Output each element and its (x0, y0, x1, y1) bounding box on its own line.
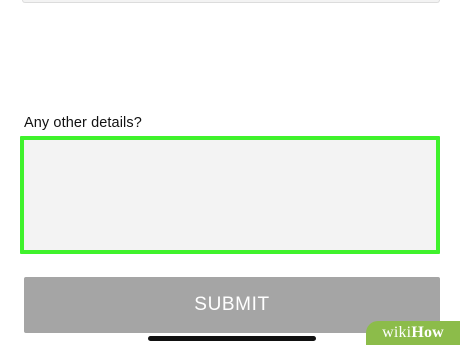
home-indicator (148, 336, 316, 341)
wikihow-watermark: wiki How (366, 321, 460, 345)
watermark-part1: wiki (382, 324, 412, 341)
previous-input-field[interactable] (22, 0, 440, 3)
details-label: Any other details? (24, 115, 142, 131)
form-screen: Any other details? SUBMIT wiki How (0, 0, 460, 345)
watermark-part2: How (411, 324, 444, 341)
details-textarea[interactable] (20, 136, 440, 254)
